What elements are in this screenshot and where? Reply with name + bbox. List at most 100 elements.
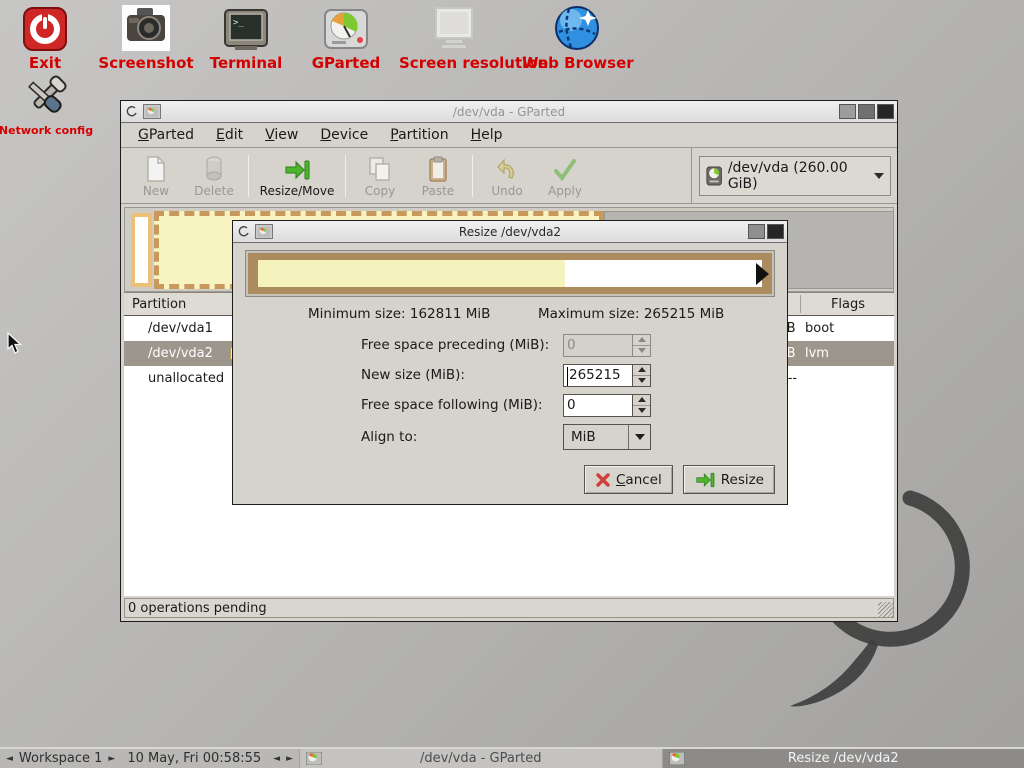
- field-row-new-size: New size (MiB): 265215: [361, 363, 787, 387]
- resize-slider-frame: [248, 253, 772, 294]
- copy-button[interactable]: Copy: [351, 151, 409, 201]
- desktop-icon-web-browser[interactable]: Web Browser: [522, 4, 632, 72]
- delete-button[interactable]: Delete: [185, 151, 243, 201]
- mouse-cursor: [7, 332, 25, 356]
- resize-move-button[interactable]: Resize/Move: [254, 151, 340, 201]
- menu-help[interactable]: Help: [462, 124, 512, 146]
- new-button[interactable]: New: [127, 151, 185, 201]
- svg-text:>_: >_: [233, 18, 244, 28]
- task-caption: Resize /dev/vda2: [663, 751, 1024, 766]
- monitor-icon: [399, 4, 509, 52]
- cancel-button[interactable]: Cancel: [584, 465, 673, 494]
- taskbar-item-resize-dialog[interactable]: Resize /dev/vda2: [662, 749, 1024, 768]
- menu-partition[interactable]: Partition: [381, 124, 457, 146]
- icon-label: Web Browser: [522, 54, 632, 72]
- align-to-label: Align to:: [361, 429, 563, 445]
- gparted-drive-icon: [291, 4, 401, 52]
- workspace-pager[interactable]: ◄ Workspace 1 ►: [0, 749, 121, 768]
- field-row-following: Free space following (MiB): 0: [361, 393, 787, 417]
- gparted-app-icon: [306, 752, 322, 765]
- align-to-value: MiB: [564, 429, 628, 445]
- undo-button[interactable]: Undo: [478, 151, 536, 201]
- device-selector[interactable]: /dev/vda (260.00 GiB): [699, 156, 891, 196]
- menu-gparted[interactable]: GParted: [129, 124, 203, 146]
- workspace-next-icon[interactable]: ►: [108, 754, 115, 764]
- minimum-size-label: Minimum size: 162811 MiB: [308, 306, 490, 322]
- main-window-titlebar[interactable]: /dev/vda - GParted: [121, 101, 897, 123]
- spin-down-button[interactable]: [633, 405, 650, 416]
- toolbar: New Delete Resize/Move Copy: [121, 148, 897, 204]
- spin-up-button[interactable]: [633, 395, 650, 405]
- paste-button[interactable]: Paste: [409, 151, 467, 201]
- partition-name: /dev/vda2: [124, 346, 213, 361]
- spin-value: 0: [564, 335, 632, 356]
- device-combo-value: /dev/vda (260.00 GiB): [728, 160, 868, 192]
- column-header-flags[interactable]: Flags: [800, 297, 896, 312]
- menu-edit[interactable]: Edit: [207, 124, 252, 146]
- resize-button[interactable]: Resize: [683, 465, 775, 494]
- icon-label: Network config: [0, 124, 101, 137]
- dropdown-button[interactable]: [628, 425, 650, 449]
- partition-block-vda1[interactable]: [131, 213, 152, 287]
- free-space-following-spinbox[interactable]: 0: [563, 394, 651, 417]
- task-caption: /dev/vda - GParted: [300, 751, 662, 766]
- toolbar-separator: [345, 155, 346, 197]
- chevron-down-icon: [874, 173, 884, 179]
- maximum-size-label: Maximum size: 265215 MiB: [538, 306, 724, 322]
- new-document-icon: [145, 156, 167, 182]
- statusbar: 0 operations pending: [124, 598, 894, 618]
- menu-view[interactable]: View: [256, 124, 307, 146]
- desktop-icon-terminal[interactable]: >_ Terminal: [191, 4, 301, 72]
- task-next-icon[interactable]: ►: [286, 754, 293, 764]
- apply-check-icon: [552, 158, 578, 182]
- icon-label: Exit: [0, 54, 100, 72]
- maximize-button[interactable]: [748, 224, 765, 239]
- desktop-icon-exit[interactable]: Exit: [0, 4, 100, 72]
- column-header-partition[interactable]: Partition: [124, 297, 186, 312]
- icon-label: Screen resolution: [399, 54, 509, 72]
- resize-slider-track: [258, 260, 762, 287]
- taskbar-item-gparted-main[interactable]: /dev/vda - GParted: [299, 749, 662, 768]
- icon-label: Terminal: [191, 54, 301, 72]
- maximize-button[interactable]: [858, 104, 875, 119]
- free-space-preceding-label: Free space preceding (MiB):: [361, 337, 563, 353]
- align-to-dropdown[interactable]: MiB: [563, 424, 651, 450]
- field-row-align: Align to: MiB: [361, 423, 787, 450]
- apply-button[interactable]: Apply: [536, 151, 594, 201]
- clock-text: 10 May, Fri 00:58:55: [127, 751, 261, 766]
- spin-up-button: [633, 335, 650, 345]
- partition-name: unallocated: [124, 371, 224, 386]
- chevron-down-icon: [635, 434, 645, 440]
- dialog-title: Resize /dev/vda2: [233, 225, 787, 239]
- terminal-icon: >_: [191, 4, 301, 52]
- spin-up-button[interactable]: [633, 365, 650, 375]
- window-title: /dev/vda - GParted: [121, 105, 897, 119]
- toolbar-separator: [472, 155, 473, 197]
- menubar: GParted Edit View Device Partition Help: [121, 123, 897, 148]
- flags-value: lvm: [805, 346, 829, 361]
- spin-down-button[interactable]: [633, 375, 650, 386]
- task-scroll-arrows[interactable]: ◄ ►: [267, 749, 299, 768]
- resize-slider[interactable]: [245, 250, 775, 297]
- desktop-icon-gparted[interactable]: GParted: [291, 4, 401, 72]
- partition-name: /dev/vda1: [124, 321, 213, 336]
- desktop-icon-screenshot[interactable]: Screenshot: [91, 4, 201, 72]
- workspace-prev-icon[interactable]: ◄: [6, 754, 13, 764]
- resize-grip[interactable]: [878, 602, 893, 617]
- minimize-button[interactable]: [839, 104, 856, 119]
- field-row-preceding: Free space preceding (MiB): 0: [361, 333, 787, 357]
- gparted-app-icon: [669, 752, 685, 765]
- desktop-icon-network-config[interactable]: Network config: [0, 74, 101, 137]
- close-button[interactable]: [877, 104, 894, 119]
- menu-device[interactable]: Device: [311, 124, 377, 146]
- exit-icon: [0, 4, 100, 52]
- delete-icon: [204, 156, 224, 182]
- task-prev-icon[interactable]: ◄: [273, 754, 280, 764]
- dialog-titlebar[interactable]: Resize /dev/vda2: [233, 221, 787, 243]
- new-size-spinbox[interactable]: 265215: [563, 364, 651, 387]
- spin-value: 0: [564, 395, 632, 416]
- desktop-icon-screen-resolution[interactable]: Screen resolution: [399, 4, 509, 72]
- resize-right-handle[interactable]: [756, 263, 769, 285]
- close-button[interactable]: [767, 224, 784, 239]
- text-caret: [567, 367, 568, 386]
